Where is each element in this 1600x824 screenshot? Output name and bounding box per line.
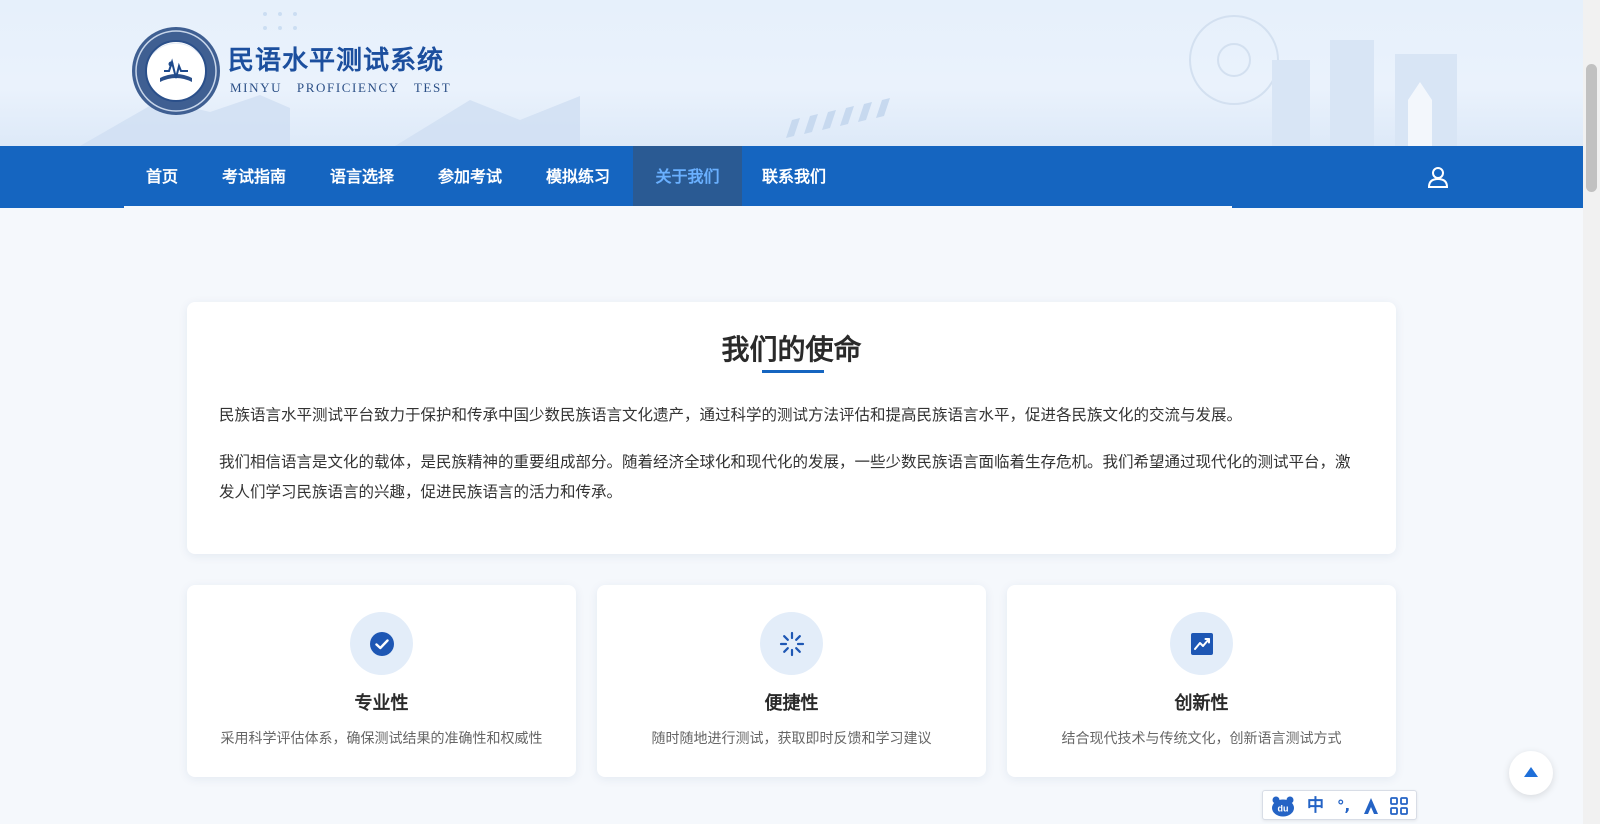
scrollbar-thumb[interactable]	[1586, 64, 1597, 192]
page-scrollbar[interactable]	[1583, 0, 1600, 824]
spinner-icon	[760, 612, 823, 675]
nav-item-language-select[interactable]: 语言选择	[318, 146, 406, 208]
nav-item-exam-guide[interactable]: 考试指南	[210, 146, 298, 208]
feature-card-convenience: 便捷性 随时随地进行测试，获取即时反馈和学习建议	[597, 585, 986, 777]
chart-line-icon	[1170, 612, 1233, 675]
nav-item-about-us[interactable]: 关于我们	[633, 146, 742, 208]
header-banner: 民语水平测试系统 MINYU PROFICIENCY TEST	[0, 0, 1583, 146]
baidu-paw-icon[interactable]: du	[1271, 795, 1295, 817]
seal-logo-icon[interactable]	[131, 26, 221, 116]
ime-mode-toggle[interactable]: 中	[1307, 795, 1324, 817]
feature-card-professional: 专业性 采用科学评估体系，确保测试结果的准确性和权威性	[187, 585, 576, 777]
nav-item-practice[interactable]: 模拟练习	[534, 146, 622, 208]
arrow-up-icon	[1524, 767, 1538, 777]
ime-grid-icon[interactable]	[1389, 796, 1409, 816]
nav-divider	[124, 206, 1232, 208]
feature-desc: 结合现代技术与传统文化，创新语言测试方式	[1061, 731, 1342, 747]
feature-card-innovation: 创新性 结合现代技术与传统文化，创新语言测试方式	[1007, 585, 1396, 777]
ime-toolbar: du 中 °,	[1262, 790, 1417, 820]
brand-name-en: MINYU PROFICIENCY TEST	[230, 80, 452, 95]
check-circle-icon	[350, 612, 413, 675]
mission-paragraph-2: 我们相信语言是文化的载体，是民族精神的重要组成部分。随着经济全球化和现代化的发展…	[219, 453, 1351, 501]
brand-name-cn: 民语水平测试系统	[228, 46, 445, 76]
back-to-top-button[interactable]	[1509, 751, 1553, 795]
feature-title: 便捷性	[764, 693, 819, 714]
user-icon[interactable]	[1426, 165, 1450, 189]
feature-desc: 采用科学评估体系，确保测试结果的准确性和权威性	[220, 731, 543, 747]
mission-card: 我们的使命 民族语言水平测试平台致力于保护和传承中国少数民族语言文化遗产，通过科…	[187, 302, 1396, 554]
feature-desc: 随时随地进行测试，获取即时反馈和学习建议	[651, 731, 932, 747]
mission-paragraph-1: 民族语言水平测试平台致力于保护和传承中国少数民族语言文化遗产，通过科学的测试方法…	[219, 406, 1243, 424]
svg-text:du: du	[1278, 804, 1289, 814]
mission-title: 我们的使命	[721, 333, 862, 366]
title-underline	[762, 370, 824, 373]
ime-skin-icon[interactable]	[1361, 796, 1381, 816]
nav-item-contact-us[interactable]: 联系我们	[750, 146, 838, 208]
ime-punct-toggle[interactable]: °,	[1337, 795, 1350, 817]
feature-title: 创新性	[1174, 693, 1229, 714]
nav-item-home[interactable]: 首页	[124, 146, 200, 208]
main-nav: 首页 考试指南 语言选择 参加考试 模拟练习 关于我们 联系我们	[0, 146, 1583, 208]
nav-item-take-exam[interactable]: 参加考试	[426, 146, 514, 208]
feature-title: 专业性	[354, 693, 409, 714]
page: 民语水平测试系统 MINYU PROFICIENCY TEST 首页 考试指南 …	[0, 0, 1583, 824]
